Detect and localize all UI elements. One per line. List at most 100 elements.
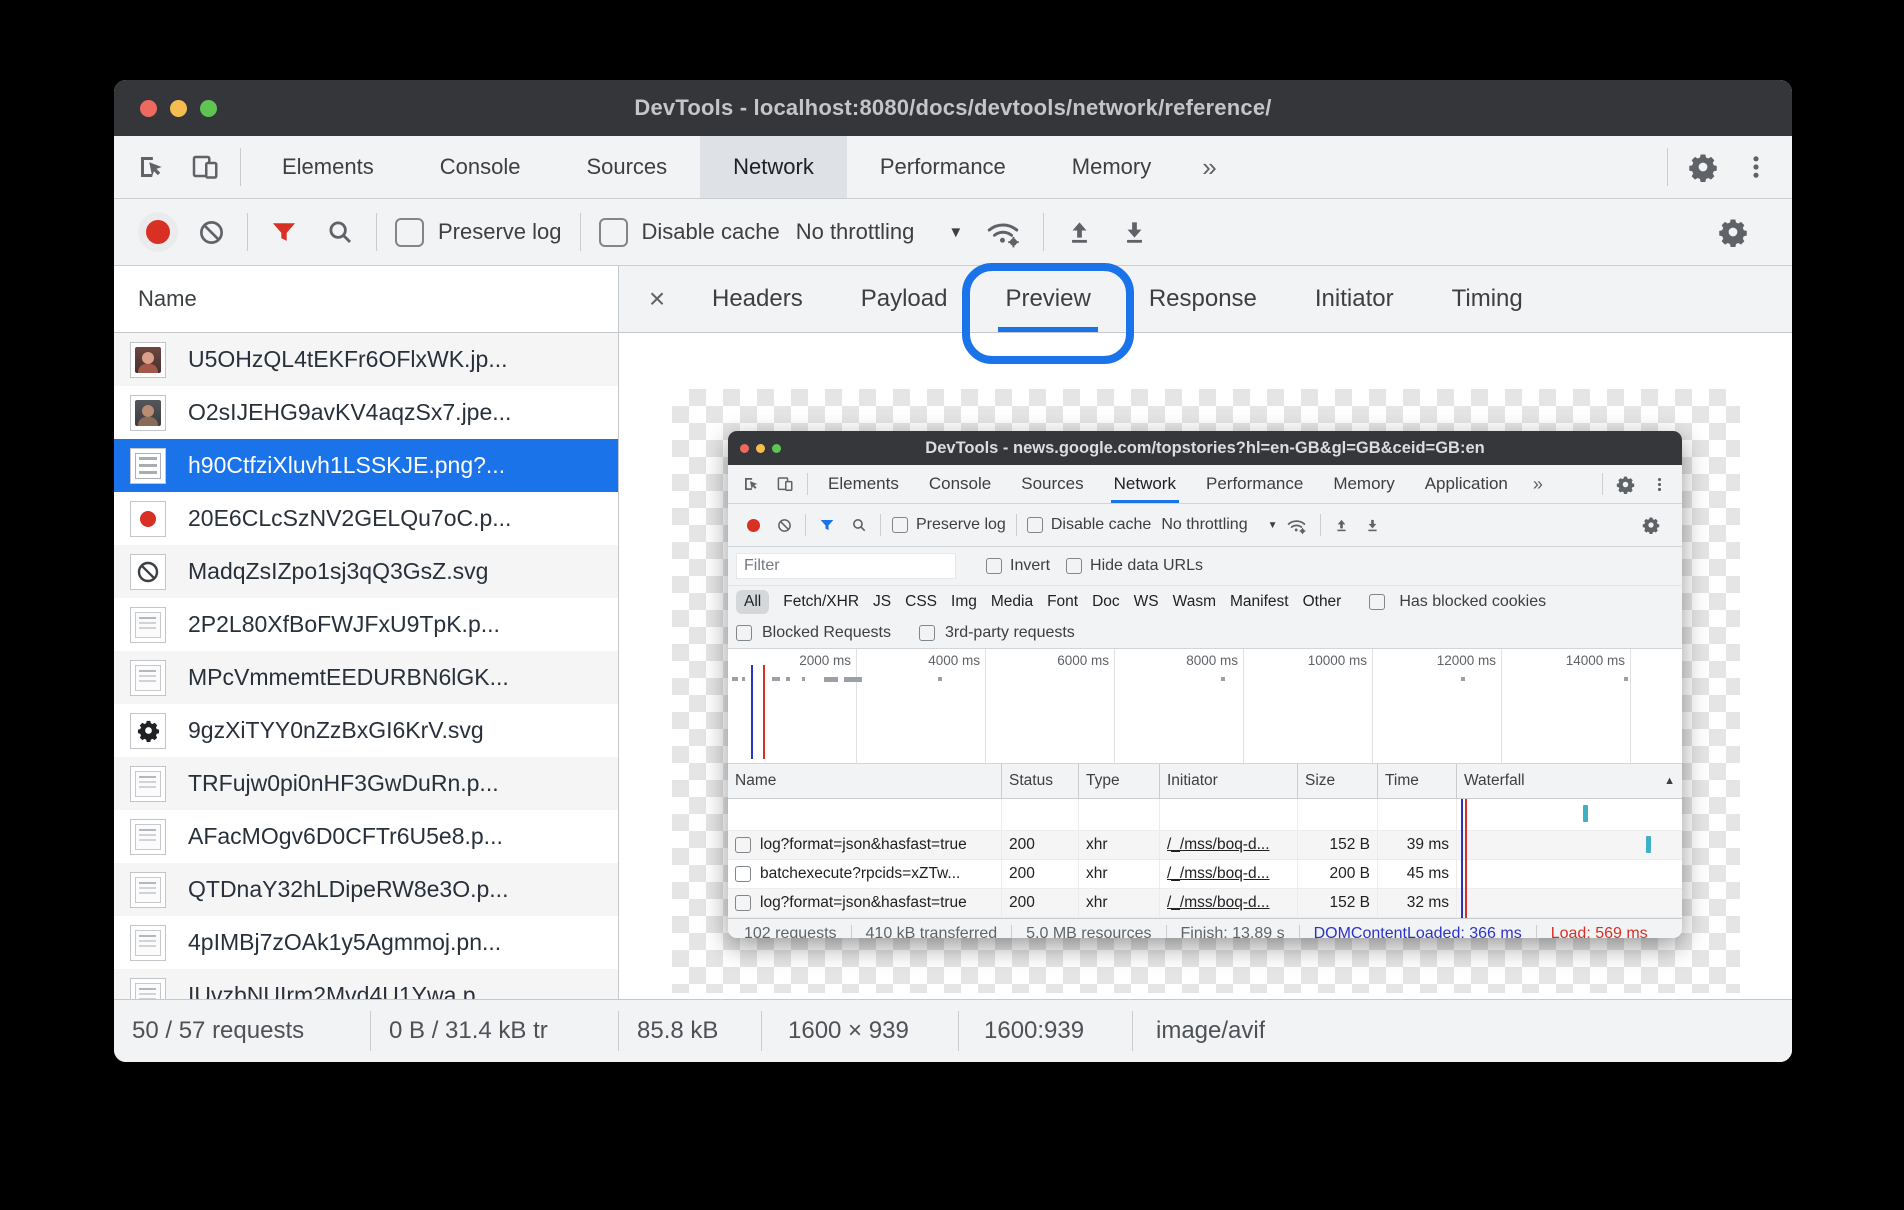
- minimize-window-button[interactable]: [170, 100, 187, 117]
- tab-memory[interactable]: Memory: [1039, 136, 1184, 198]
- more-options-icon: [1643, 465, 1676, 503]
- throttling-caret-icon: ▼: [948, 224, 963, 241]
- tab-headers[interactable]: Headers: [683, 266, 832, 332]
- row-checkbox: [735, 895, 751, 911]
- table-row[interactable]: MadqZsIZpo1sj3qQ3GsZ.svg: [114, 545, 618, 598]
- inspect-element-button[interactable]: [124, 136, 178, 198]
- previewed-image-devtools-window: DevTools - news.google.com/topstories?hl…: [728, 431, 1682, 938]
- settings-gear-icon: [1608, 465, 1643, 503]
- divider: [376, 213, 377, 251]
- tab-sources[interactable]: Sources: [553, 136, 700, 198]
- tab-payload[interactable]: Payload: [832, 266, 977, 332]
- screenshot-thumbnail-icon: [130, 607, 166, 643]
- request-list: U5OHzQL4tEKFr6OFlxWK.jp... O2sIJEHG9avKV…: [114, 333, 618, 999]
- record-button[interactable]: [146, 220, 170, 244]
- row-checkbox: [735, 837, 751, 853]
- tab-timing[interactable]: Timing: [1423, 266, 1552, 332]
- import-har-icon[interactable]: [1052, 219, 1107, 246]
- table-row-selected[interactable]: h90CtfziXluvh1LSSKJE.png?...: [114, 439, 618, 492]
- preserve-log-checkbox[interactable]: [395, 218, 424, 247]
- table-row[interactable]: 9gzXiTYY0nZzBxGI6KrV.svg: [114, 704, 618, 757]
- nested-tab-network: Network: [1099, 465, 1191, 503]
- preview-nested-tabbar: Elements Console Sources Network Perform…: [728, 465, 1682, 504]
- table-row[interactable]: 4pIMBj7zOAk1y5Agmmoj.pn...: [114, 916, 618, 969]
- throttling-value: No throttling: [796, 219, 915, 245]
- screenshot-thumbnail-icon: [130, 660, 166, 696]
- throttling-value: No throttling: [1161, 516, 1247, 534]
- screenshot-thumbnail-icon: [130, 766, 166, 802]
- tab-initiator[interactable]: Initiator: [1286, 266, 1423, 332]
- preserve-log-label: Preserve log: [438, 219, 562, 245]
- tab-label: Response: [1149, 285, 1257, 313]
- devtools-window: DevTools - localhost:8080/docs/devtools/…: [114, 80, 1792, 1062]
- preview-pane: DevTools - news.google.com/topstories?hl…: [619, 333, 1792, 999]
- table-row-clipped[interactable]: IUvzbNUIrm2Mvd4U1Ywa.p...: [114, 969, 618, 999]
- disable-cache-label: Disable cache: [642, 219, 780, 245]
- more-tabs-icon: »: [1523, 465, 1553, 503]
- request-list-name-header[interactable]: Name: [114, 266, 618, 333]
- table-row[interactable]: TRFujw0pi0nHF3GwDuRn.p...: [114, 757, 618, 810]
- close-icon[interactable]: ×: [631, 266, 683, 332]
- preserve-log-checkbox: [892, 517, 908, 533]
- photo-thumbnail-icon: [130, 395, 166, 431]
- close-window-button[interactable]: [140, 100, 157, 117]
- network-conditions-icon[interactable]: [971, 216, 1035, 249]
- tab-elements[interactable]: Elements: [249, 136, 407, 198]
- dom-content-loaded-time: DOMContentLoaded: 366 ms: [1300, 925, 1536, 938]
- filter-chip-js: JS: [873, 593, 891, 611]
- clear-icon[interactable]: [184, 219, 239, 246]
- tab-label: Headers: [712, 285, 803, 313]
- zoom-window-button[interactable]: [200, 100, 217, 117]
- blocked-requests-label: Blocked Requests: [762, 624, 891, 642]
- tab-network[interactable]: Network: [700, 136, 847, 198]
- table-row[interactable]: U5OHzQL4tEKFr6OFlxWK.jp...: [114, 333, 618, 386]
- waterfall-bar: [1583, 805, 1588, 822]
- network-settings-gear-icon[interactable]: [1704, 217, 1774, 247]
- tab-label: Payload: [861, 285, 948, 313]
- screenshot-thumbnail-icon: [130, 819, 166, 855]
- image-placeholder-icon: [130, 448, 166, 484]
- tab-preview[interactable]: Preview: [976, 266, 1119, 332]
- more-options-icon[interactable]: [1730, 136, 1782, 198]
- load-marker-line: [763, 665, 765, 759]
- divider: [580, 213, 581, 251]
- screenshot-thumbnail-icon: [130, 872, 166, 908]
- tab-label: Initiator: [1315, 285, 1394, 313]
- settings-gear-icon[interactable]: [1676, 136, 1730, 198]
- device-toolbar-button[interactable]: [178, 136, 232, 198]
- network-toolbar: Preserve log Disable cache No throttling…: [114, 199, 1792, 266]
- request-name: U5OHzQL4tEKFr6OFlxWK.jp...: [188, 346, 508, 373]
- table-row[interactable]: 2P2L80XfBoFWJFxU9TpK.p...: [114, 598, 618, 651]
- divider: [1043, 213, 1044, 251]
- preview-nested-traffic-lights: [740, 444, 781, 453]
- throttling-select[interactable]: No throttling ▼: [796, 219, 963, 245]
- waterfall-bar: [1646, 836, 1651, 853]
- request-name: h90CtfziXluvh1LSSKJE.png?...: [188, 452, 505, 479]
- tab-performance[interactable]: Performance: [847, 136, 1039, 198]
- tab-console[interactable]: Console: [407, 136, 554, 198]
- nested-tab-memory: Memory: [1318, 465, 1409, 503]
- screen-background: DevTools - localhost:8080/docs/devtools/…: [0, 0, 1904, 1210]
- table-row-partial: [728, 799, 1682, 831]
- image-dimensions: 1600 × 939: [762, 1000, 958, 1062]
- disable-cache-checkbox[interactable]: [599, 218, 628, 247]
- column-header-size: Size: [1298, 764, 1378, 798]
- nested-tab-application: Application: [1410, 465, 1523, 503]
- export-har-icon[interactable]: [1107, 219, 1162, 246]
- tab-response[interactable]: Response: [1120, 266, 1286, 332]
- nested-tab-console: Console: [914, 465, 1006, 503]
- divider: [240, 148, 241, 186]
- preview-nested-type-filters: All Fetch/XHR JS CSS Img Media Font Doc …: [728, 586, 1682, 618]
- request-name: MadqZsIZpo1sj3qQ3GsZ.svg: [188, 558, 488, 585]
- table-row[interactable]: AFacMOgv6D0CFTr6U5e8.p...: [114, 810, 618, 863]
- table-row[interactable]: MPcVmmemtEEDURBN6lGK...: [114, 651, 618, 704]
- table-row[interactable]: 20E6CLcSzNV2GELQu7oC.p...: [114, 492, 618, 545]
- timeline-tick: 8000 ms: [1115, 649, 1244, 763]
- table-row[interactable]: QTDnaY32hLDipeRW8e3O.p...: [114, 863, 618, 916]
- more-tabs-button[interactable]: »: [1184, 136, 1234, 198]
- filter-icon[interactable]: [256, 218, 312, 246]
- search-icon[interactable]: [312, 218, 368, 246]
- table-row[interactable]: O2sIJEHG9avKV4aqzSx7.jpe...: [114, 386, 618, 439]
- preview-nested-request-table: Name Status Type Initiator Size Time Wat…: [728, 764, 1682, 918]
- screenshot-thumbnail-icon: [130, 978, 166, 1000]
